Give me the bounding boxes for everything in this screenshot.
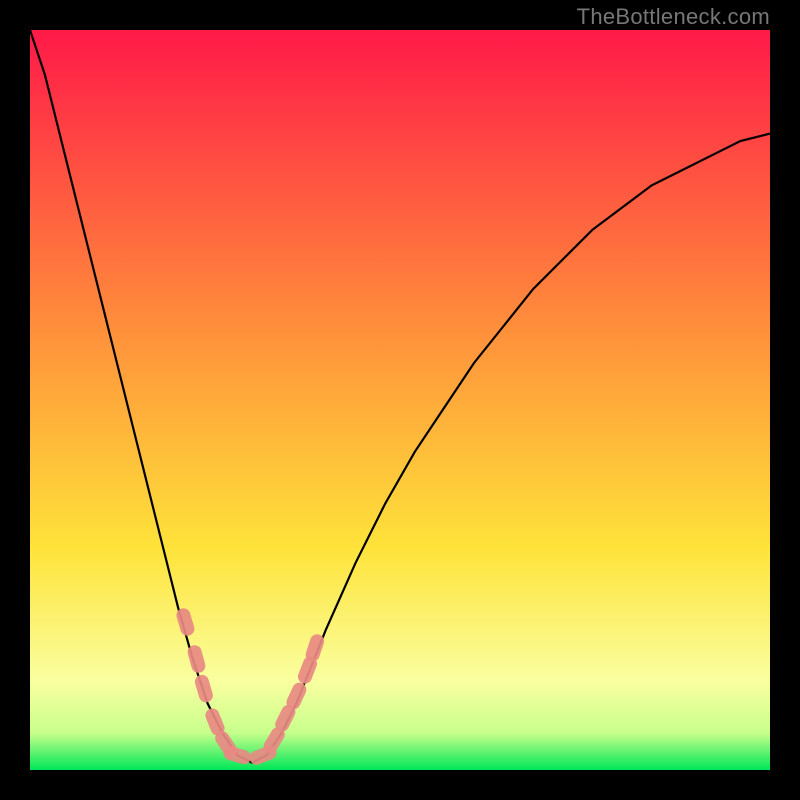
gradient-background <box>30 30 770 770</box>
watermark-text: TheBottleneck.com <box>577 4 770 30</box>
chart-svg <box>30 30 770 770</box>
plot-area <box>30 30 770 770</box>
frame: TheBottleneck.com <box>0 0 800 800</box>
